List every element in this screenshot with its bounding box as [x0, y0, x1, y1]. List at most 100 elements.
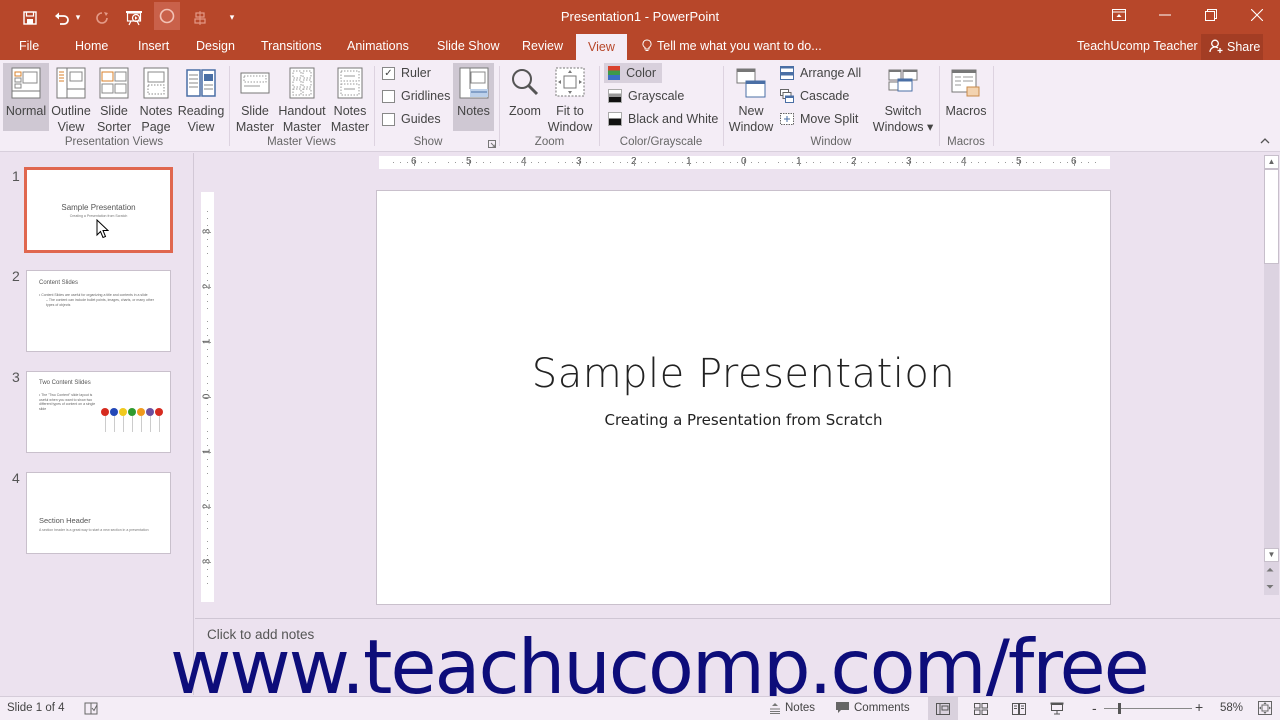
slide-thumbnail-2[interactable]: Content Slides • Content Slides are usef… — [26, 270, 171, 352]
black-and-white-button[interactable]: Black and White — [608, 109, 718, 129]
ruler-tick — [1067, 162, 1069, 163]
tab-home[interactable]: Home — [75, 39, 108, 53]
dialog-launcher-icon[interactable] — [488, 140, 496, 148]
vertical-ruler[interactable]: 3210123 — [201, 192, 214, 602]
collapse-ribbon-icon[interactable] — [1260, 138, 1270, 144]
fit-to-window-button[interactable]: Fit to Window — [547, 63, 593, 135]
gridlines-checkbox[interactable]: Gridlines — [382, 86, 450, 106]
tab-view[interactable]: View — [576, 34, 627, 60]
slide-sorter-status-button[interactable] — [966, 697, 996, 720]
slide-thumbnail-3[interactable]: Two Content Slides • The "Two Content" s… — [26, 371, 171, 453]
ribbon-tabs: File Home Insert Design Transitions Anim… — [0, 34, 1280, 60]
ruler-tick — [792, 162, 794, 163]
ruler-tick — [799, 159, 800, 166]
normal-view-status-button[interactable] — [928, 697, 958, 720]
tab-animations[interactable]: Animations — [347, 39, 409, 53]
slide-show-status-button[interactable] — [1042, 697, 1072, 720]
previous-slide-icon[interactable]: ⏶ — [1266, 565, 1274, 576]
tab-slide-show[interactable]: Slide Show — [437, 39, 500, 53]
slide-subtitle[interactable]: Creating a Presentation from Scratch — [377, 411, 1110, 429]
user-name[interactable]: TeachUcomp Teacher — [1077, 39, 1198, 53]
zoom-level[interactable]: 58% — [1220, 702, 1243, 714]
magnifier-icon — [512, 69, 539, 96]
restore-button[interactable] — [1188, 0, 1234, 30]
notes-toggle-label: Notes — [457, 104, 490, 118]
notes-page-button[interactable]: Notes Page — [137, 63, 175, 135]
close-button[interactable] — [1234, 0, 1280, 30]
ruler-tick — [634, 159, 635, 166]
notes-status-button[interactable]: Notes — [770, 702, 815, 714]
ruler-tick — [462, 162, 464, 163]
reading-view-status-button[interactable] — [1004, 697, 1034, 720]
ruler-tick — [757, 162, 759, 163]
ruler-tick — [204, 342, 211, 343]
ruler-tick — [929, 162, 931, 163]
slide-title[interactable]: Sample Presentation — [377, 351, 1110, 397]
ribbon-display-options-button[interactable] — [1096, 0, 1142, 30]
scrollbar-thumb[interactable] — [1264, 169, 1279, 264]
grayscale-button[interactable]: Grayscale — [608, 86, 684, 106]
tab-review[interactable]: Review — [522, 39, 563, 53]
ruler-tick — [207, 383, 208, 385]
slide-canvas[interactable]: Sample Presentation Creating a Presentat… — [376, 190, 1111, 605]
switch-windows-button[interactable]: Switch Windows ▾ — [872, 63, 934, 135]
checkbox-unchecked-icon — [382, 89, 395, 103]
share-button[interactable]: Share — [1201, 34, 1263, 60]
comments-button[interactable]: Comments — [836, 702, 910, 714]
minimize-button[interactable] — [1142, 0, 1188, 30]
slide-thumbnail-1[interactable]: Sample Presentation Creating a Presentat… — [24, 167, 173, 253]
arrange-all-button[interactable]: Arrange All — [780, 63, 861, 83]
new-window-button[interactable]: New Window — [728, 63, 774, 135]
tell-me-search[interactable]: Tell me what you want to do... — [642, 39, 822, 53]
ruler-tick — [1039, 162, 1041, 163]
scroll-up-button[interactable]: ▲ — [1264, 155, 1279, 169]
fit-slide-icon[interactable] — [1258, 701, 1272, 715]
zoom-in-button[interactable]: + — [1195, 699, 1203, 715]
move-split-button[interactable]: Move Split — [780, 109, 858, 129]
thumb-title: Sample Presentation — [61, 203, 136, 212]
thumb-bullet-text: The content can include bullet points, i… — [46, 298, 154, 307]
ruler-tick — [207, 245, 208, 247]
notes-splitter[interactable] — [195, 618, 1280, 619]
handout-master-button[interactable]: Handout Master — [277, 63, 327, 135]
ruler-tick — [517, 162, 519, 163]
guides-checkbox[interactable]: Guides — [382, 109, 441, 129]
spell-check-icon[interactable] — [84, 702, 98, 715]
notes-master-label-1: Notes — [333, 104, 367, 118]
zoom-slider-thumb[interactable] — [1118, 703, 1122, 714]
notes-master-button[interactable]: Notes Master — [329, 63, 371, 135]
slide-sorter-button[interactable]: Slide Sorter — [94, 63, 134, 135]
ruler-tick — [207, 527, 208, 529]
tab-file[interactable]: File — [19, 39, 39, 53]
ruler-tick — [207, 493, 208, 495]
ruler-tick — [207, 403, 208, 405]
color-button[interactable]: Color — [604, 63, 662, 83]
next-slide-icon[interactable]: ⏷ — [1266, 582, 1274, 593]
tab-design[interactable]: Design — [196, 39, 235, 53]
ruler-checkbox[interactable]: ✓ Ruler — [382, 63, 431, 83]
window-title: Presentation1 - PowerPoint — [560, 9, 720, 24]
thumb-subtitle: Creating a Presentation from Scratch — [69, 214, 128, 218]
macros-button[interactable]: Macros — [944, 63, 988, 119]
notes-toggle-button[interactable]: Notes — [453, 63, 494, 131]
ruler-tick — [565, 162, 567, 163]
reading-view-button[interactable]: Reading View — [177, 63, 225, 135]
comments-label: Comments — [854, 702, 910, 714]
zoom-out-button[interactable]: - — [1092, 700, 1097, 716]
slide-master-button[interactable]: Slide Master — [234, 63, 276, 135]
slide-thumbnail-4[interactable]: Section Header A section header is a gre… — [26, 472, 171, 554]
scroll-down-button[interactable]: ▼ — [1264, 548, 1279, 562]
ruler-tick — [627, 162, 629, 163]
horizontal-ruler[interactable]: 6543210123456 — [379, 156, 1110, 169]
outline-view-button[interactable]: Outline View — [50, 63, 92, 135]
normal-view-button[interactable]: Normal — [3, 63, 49, 131]
person-add-icon — [1209, 39, 1223, 53]
ruler-tick — [1053, 162, 1055, 163]
tab-insert[interactable]: Insert — [138, 39, 169, 53]
ruler-tick — [530, 162, 532, 163]
ruler-tick — [1080, 162, 1082, 163]
ruler-tick — [207, 280, 208, 282]
zoom-button[interactable]: Zoom — [505, 63, 545, 119]
cascade-button[interactable]: Cascade — [780, 86, 849, 106]
tab-transitions[interactable]: Transitions — [261, 39, 322, 53]
